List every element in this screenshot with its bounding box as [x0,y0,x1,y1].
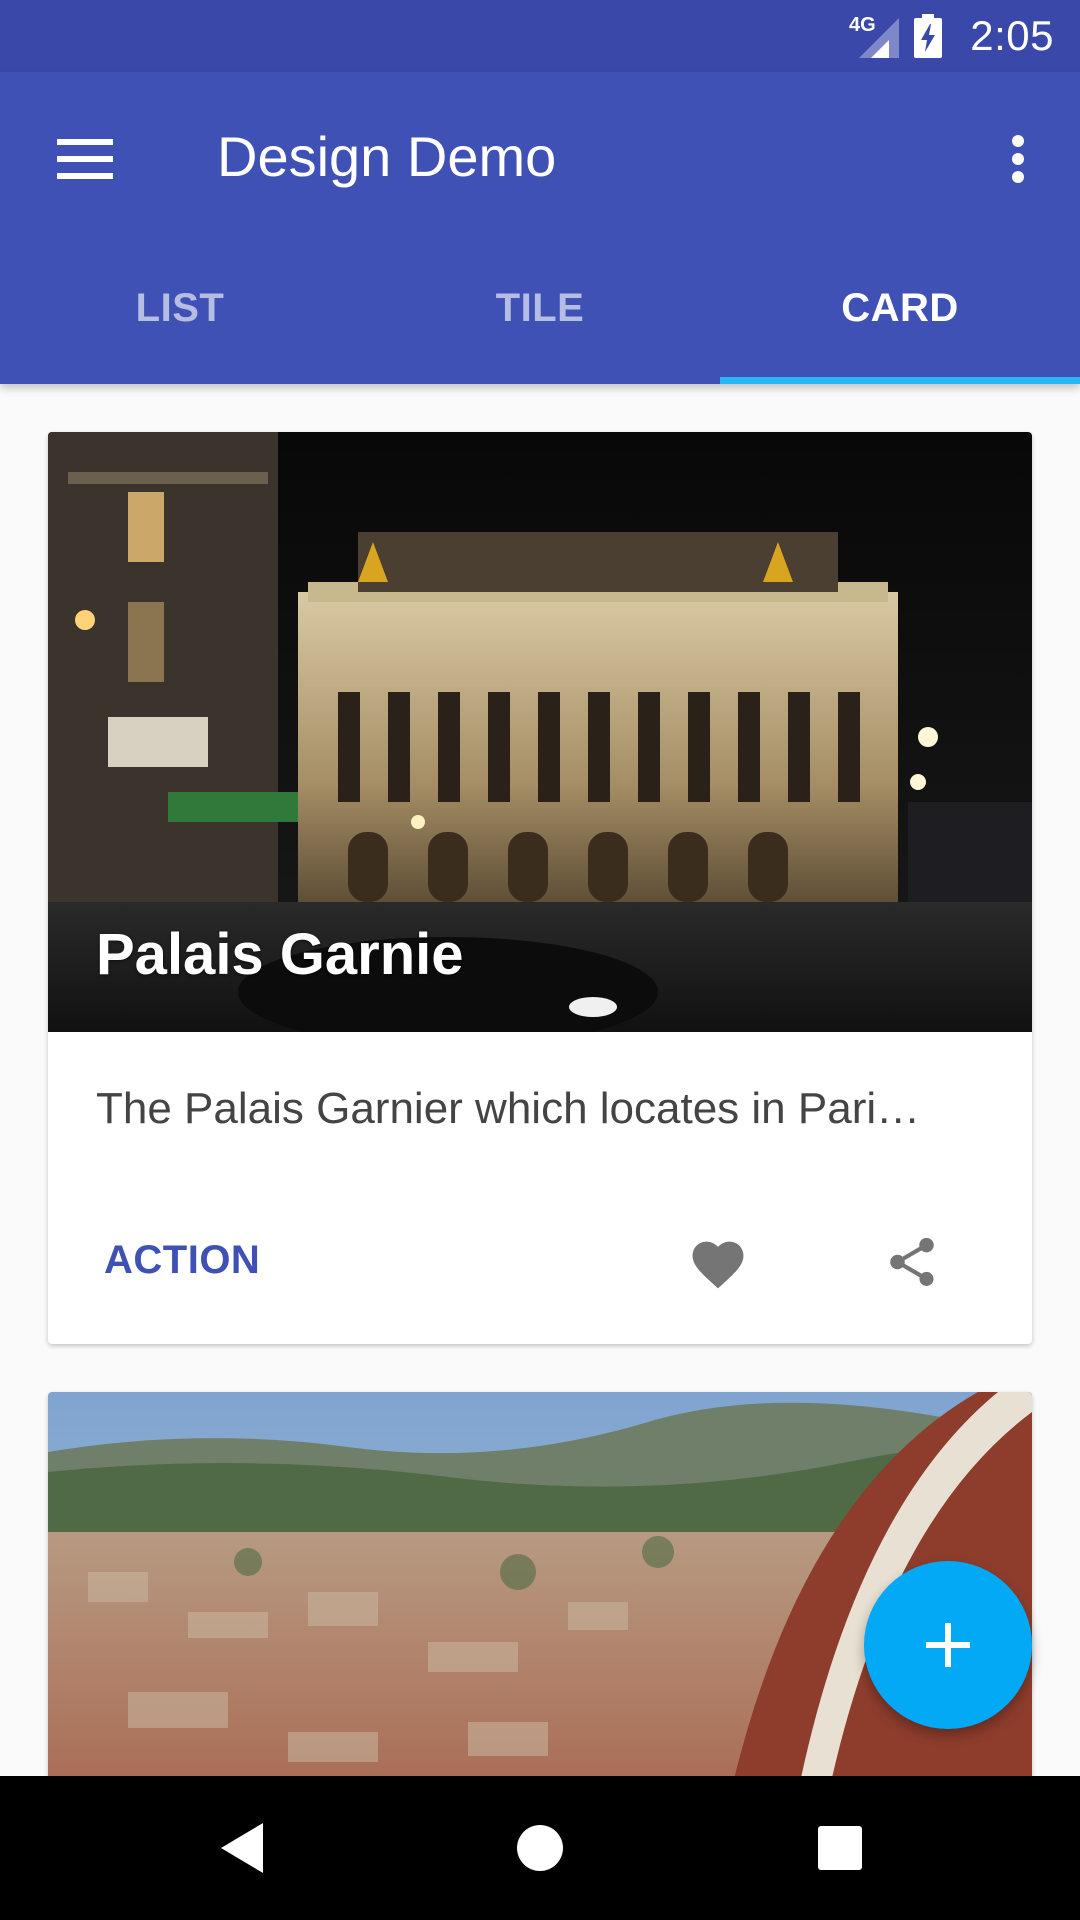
recents-icon [818,1826,862,1870]
favorite-button[interactable] [678,1222,758,1302]
network-type: 4G [849,14,876,36]
home-icon [517,1825,563,1871]
share-icon [890,1237,934,1286]
tab-bar: LIST TILE CARD [0,244,1080,384]
tab-indicator [720,377,1080,384]
card-description: The Palais Garnier which locates in Pari… [96,1084,921,1133]
battery-charging-icon [914,14,942,58]
back-button[interactable] [206,1812,278,1884]
action-button[interactable]: ACTION [104,1238,260,1283]
back-icon [221,1823,263,1873]
status-bar: 4G 2:05 [0,0,1080,72]
tab-tile[interactable]: TILE [360,244,720,384]
share-button[interactable] [872,1222,952,1302]
card-title: Palais Garnie [96,922,464,987]
favorite-icon [692,1241,744,1289]
menu-icon [57,139,113,179]
menu-button[interactable] [40,114,130,204]
clock: 2:05 [970,12,1054,59]
signal-icon: 4G [849,14,899,58]
add-fab-button[interactable] [864,1561,1032,1729]
recents-button[interactable] [804,1812,876,1884]
home-button[interactable] [504,1812,576,1884]
app-title: Design Demo [217,125,557,188]
system-nav-bar [0,1776,1080,1920]
overflow-menu-button[interactable] [978,114,1058,204]
tab-list[interactable]: LIST [0,244,360,384]
add-icon [926,1623,970,1667]
card[interactable]: Palais Garnie The Palais Garnier which l… [48,432,1032,1344]
card-image: Palais Garnie [48,432,1032,1032]
card-actions: ACTION [48,1202,1032,1322]
app-bar: Design Demo LIST TILE CARD [0,72,1080,384]
more-vert-icon [1012,135,1024,183]
tab-card[interactable]: CARD [720,244,1080,384]
